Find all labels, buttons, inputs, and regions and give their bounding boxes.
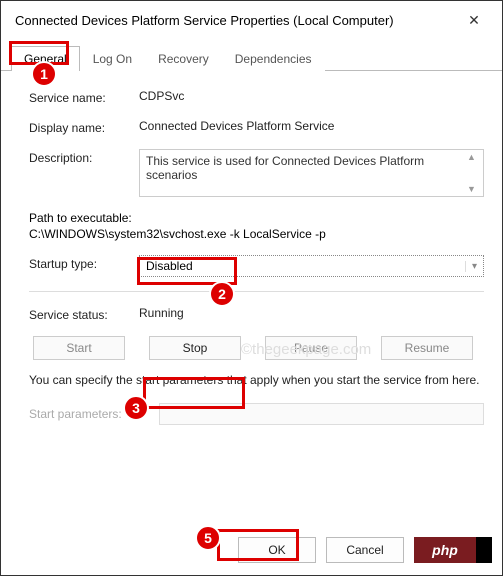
value-service-name: CDPSvc (139, 89, 484, 103)
note-text: You can specify the start parameters tha… (29, 372, 484, 389)
tab-logon[interactable]: Log On (80, 46, 145, 71)
start-parameters-input (159, 403, 484, 425)
description-box[interactable]: This service is used for Connected Devic… (139, 149, 484, 197)
startup-type-value: Disabled (146, 259, 193, 273)
description-scrollbar[interactable]: ▲ ▼ (467, 152, 481, 194)
value-display-name: Connected Devices Platform Service (139, 119, 484, 133)
scroll-down-icon[interactable]: ▼ (467, 184, 481, 194)
ok-button[interactable]: OK (238, 537, 316, 563)
value-description: This service is used for Connected Devic… (146, 154, 424, 182)
close-button[interactable]: ✕ (456, 7, 492, 33)
label-start-parameters: Start parameters: (29, 407, 159, 421)
pause-button[interactable]: Pause (265, 336, 357, 360)
scroll-up-icon[interactable]: ▲ (467, 152, 481, 162)
value-service-status: Running (139, 306, 484, 320)
window-title: Connected Devices Platform Service Prope… (15, 13, 394, 28)
label-service-name: Service name: (29, 89, 139, 105)
resume-button[interactable]: Resume (381, 336, 473, 360)
title-bar: Connected Devices Platform Service Prope… (1, 1, 502, 39)
tab-recovery[interactable]: Recovery (145, 46, 222, 71)
close-icon: ✕ (468, 12, 480, 29)
tab-strip: General Log On Recovery Dependencies (1, 45, 502, 71)
label-display-name: Display name: (29, 119, 139, 135)
startup-type-select[interactable]: Disabled ▾ (139, 255, 484, 277)
start-button[interactable]: Start (33, 336, 125, 360)
value-path: C:\WINDOWS\system32\svchost.exe -k Local… (29, 227, 484, 241)
label-description: Description: (29, 149, 139, 165)
chevron-down-icon: ▾ (465, 261, 477, 272)
service-button-row: Start Stop Pause Resume (29, 336, 484, 360)
separator (29, 291, 484, 292)
tab-dependencies[interactable]: Dependencies (222, 46, 325, 71)
stop-button[interactable]: Stop (149, 336, 241, 360)
label-service-status: Service status: (29, 306, 139, 322)
cancel-button[interactable]: Cancel (326, 537, 404, 563)
label-startup-type: Startup type: (29, 255, 139, 271)
tab-content: Service name: CDPSvc Display name: Conne… (1, 71, 502, 449)
tab-general[interactable]: General (11, 46, 80, 71)
php-badge: php (414, 537, 492, 563)
dialog-footer: OK Cancel php (1, 537, 502, 563)
label-path: Path to executable: (29, 211, 484, 225)
